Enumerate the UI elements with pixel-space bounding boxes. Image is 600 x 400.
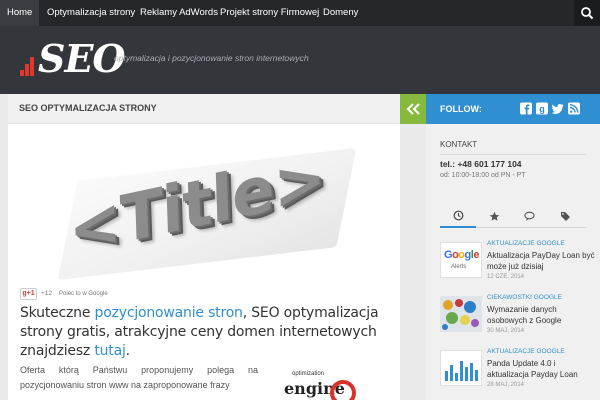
post-category[interactable]: CIEKAWOSTKI GOOGLE bbox=[487, 294, 562, 301]
google-plus-recommend: Polec to w Google bbox=[59, 290, 108, 297]
clock-icon bbox=[453, 210, 463, 220]
lead-text-end: . bbox=[125, 343, 130, 359]
post-date: 12 CZE, 2014 bbox=[487, 274, 525, 280]
tab-recent[interactable] bbox=[440, 204, 476, 228]
site-tagline: optymalizacja i pozycjonowanie stron int… bbox=[114, 53, 309, 63]
search-engine-image: optimization engine bbox=[270, 370, 390, 400]
link-tutaj[interactable]: tutaj bbox=[94, 343, 126, 359]
nav-item-domeny[interactable]: Domeny bbox=[323, 0, 358, 26]
google-plus-icon[interactable]: g bbox=[536, 102, 548, 115]
tags-icon bbox=[561, 211, 570, 221]
follow-label: FOLLOW: bbox=[440, 104, 482, 114]
google-plus-widget: g+1 +12 Polec to w Google bbox=[20, 287, 108, 300]
post-title[interactable]: Panda Update 4.0 i aktualizacja Payday L… bbox=[487, 358, 597, 380]
twitter-icon[interactable] bbox=[552, 102, 564, 115]
post-title[interactable]: Wymazanie danych osobowych z Google bbox=[487, 304, 597, 326]
google-plus-button[interactable]: g+1 bbox=[20, 287, 37, 300]
contact-phone: tel.: +48 601 177 104 bbox=[440, 159, 522, 169]
site-logo[interactable]: SEO bbox=[18, 36, 126, 81]
follow-bar: FOLLOW: g bbox=[426, 94, 600, 124]
divider bbox=[440, 154, 586, 155]
google-plus-count: +12 bbox=[41, 290, 53, 297]
thumb-alerts-text: Alerts bbox=[451, 264, 467, 270]
post-thumbnail-data[interactable] bbox=[440, 296, 482, 332]
post-category[interactable]: AKTUALIZACJE GOOGLE bbox=[487, 240, 565, 247]
page-title: SEO OPTYMALIZACJA STRONY bbox=[19, 103, 157, 113]
bar-graph-image bbox=[445, 361, 478, 381]
posts-tabs bbox=[440, 204, 586, 228]
nav-item-projekt[interactable]: Projekt strony Firmowej bbox=[220, 0, 319, 26]
facebook-icon[interactable] bbox=[520, 102, 532, 115]
sidebar: KONTAKT tel.: +48 601 177 104 od: 10:00-… bbox=[426, 124, 600, 400]
page-title-bar: SEO OPTYMALIZACJA STRONY bbox=[8, 94, 400, 124]
tab-comments[interactable] bbox=[512, 204, 548, 228]
post-thumbnail-google-alerts[interactable]: Google Alerts bbox=[440, 242, 482, 278]
search-icon bbox=[581, 7, 594, 20]
post-category[interactable]: AKTUALIZACJE GOOGLE bbox=[487, 348, 565, 355]
list-item[interactable]: AKTUALIZACJE GOOGLE Panda Update 4.0 i a… bbox=[440, 348, 590, 394]
logo-bar bbox=[25, 64, 29, 76]
svg-text:g: g bbox=[539, 104, 545, 114]
main-content: SEO OPTYMALIZACJA STRONY <Title> g+1 +12… bbox=[8, 94, 400, 400]
nav-item-adwords[interactable]: Reklamy AdWords bbox=[140, 0, 218, 26]
post-date: 30 MAJ, 2014 bbox=[487, 328, 525, 334]
title-tag-image: <Title> bbox=[57, 140, 357, 281]
star-icon bbox=[489, 211, 499, 221]
lead-text-start: Skuteczne bbox=[20, 305, 95, 321]
logo-bar bbox=[30, 57, 34, 76]
nav-item-optymalizacja[interactable]: Optymalizacja strony bbox=[47, 0, 135, 26]
search-button[interactable] bbox=[574, 0, 600, 26]
list-item[interactable]: CIEKAWOSTKI GOOGLE Wymazanie danych osob… bbox=[440, 294, 590, 340]
comments-icon bbox=[524, 211, 535, 221]
post-title[interactable]: Aktualizacja PayDay Loan być może już dz… bbox=[487, 250, 597, 272]
sidebar-toggle-button[interactable] bbox=[400, 94, 426, 124]
tab-tags[interactable] bbox=[548, 204, 584, 228]
engine-image-small-text: optimization bbox=[292, 371, 325, 377]
rss-icon[interactable] bbox=[568, 102, 580, 115]
colorful-dots-image bbox=[442, 299, 479, 330]
site-header: SEO optymalizacja i pozycjonowanie stron… bbox=[0, 26, 600, 94]
top-navigation: Home Optymalizacja strony Reklamy AdWord… bbox=[0, 0, 600, 26]
post-date: 28 MAJ, 2014 bbox=[487, 382, 525, 388]
logo-text: SEO bbox=[38, 36, 126, 81]
link-pozycjonowanie[interactable]: pozycjonowanie stron bbox=[95, 305, 243, 321]
thumb-google-text: Google bbox=[444, 249, 479, 261]
post-thumbnail-panda[interactable] bbox=[440, 350, 482, 386]
contact-hours: od: 10:00-18:00 od PN - PT bbox=[440, 172, 526, 179]
offer-paragraph: Oferta którą Państwu proponujemy polega … bbox=[20, 365, 258, 390]
engine-image-ring bbox=[330, 380, 356, 400]
double-chevron-left-icon bbox=[406, 103, 420, 115]
lead-text: Skuteczne pozycjonowanie stron, SEO opty… bbox=[20, 304, 392, 361]
nav-item-home[interactable]: Home bbox=[0, 0, 40, 26]
tab-popular[interactable] bbox=[476, 204, 512, 228]
list-item[interactable]: Google Alerts AKTUALIZACJE GOOGLE Aktual… bbox=[440, 240, 595, 286]
logo-bar bbox=[20, 70, 24, 76]
contact-title: KONTAKT bbox=[440, 140, 478, 149]
